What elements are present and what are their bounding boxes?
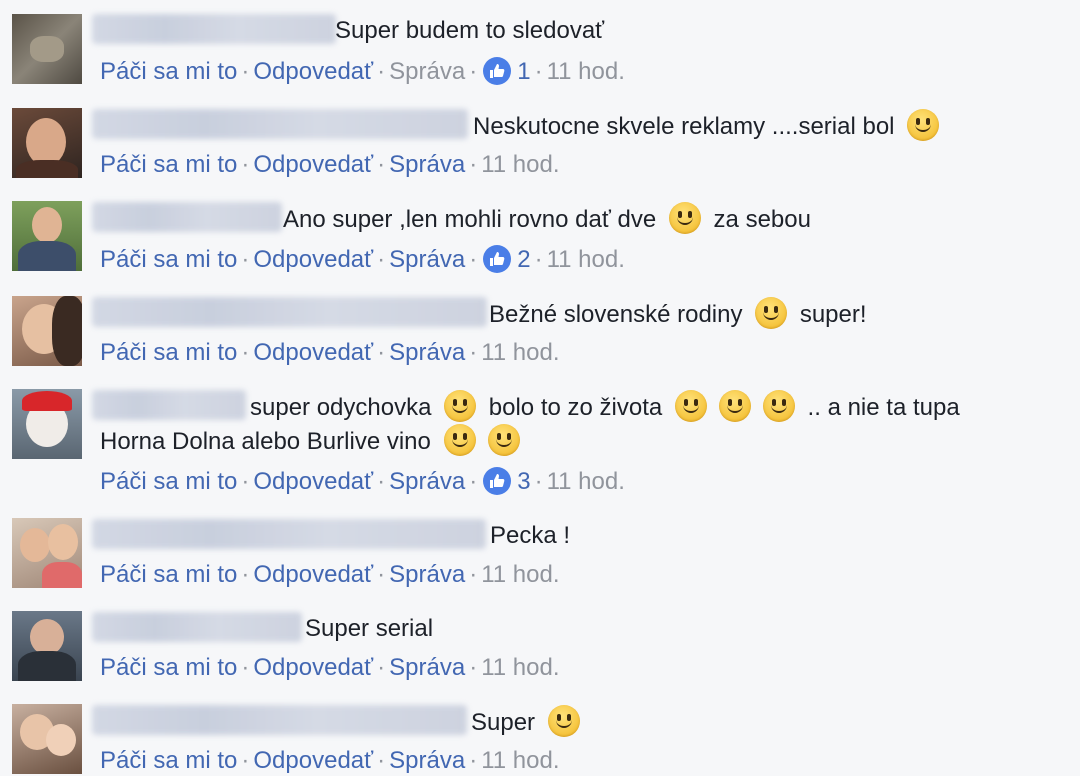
- reply-link[interactable]: Odpovedať: [253, 468, 373, 495]
- comment-actions: Páči sa mi to · Odpovedať · Správa · 2 · 11 hod.: [100, 245, 625, 273]
- like-thumb-icon: [483, 467, 512, 495]
- like-thumb-icon: [483, 245, 512, 273]
- message-link[interactable]: Správa: [389, 339, 465, 366]
- comment-text: Bežné slovenské rodiny super!: [489, 297, 867, 332]
- message-link[interactable]: Správa: [389, 654, 465, 681]
- like-thumb-icon: [483, 57, 512, 85]
- smiley-emoji-icon: [547, 705, 580, 737]
- comment-actions: Páči sa mi to · Odpovedať · Správa · 11 hod.: [100, 339, 560, 366]
- comment-text: Super serial: [305, 615, 434, 642]
- comment-actions: Páči sa mi to · Odpovedať · Správa · 11 hod.: [100, 561, 560, 588]
- like-link[interactable]: Páči sa mi to: [100, 468, 237, 495]
- comment-text: Super: [471, 705, 586, 740]
- author-name-blurred[interactable]: [92, 202, 282, 232]
- comment-text: Neskutocne skvele reklamy ....serial bol: [473, 109, 945, 144]
- comment-text-line2: Horna Dolna alebo Burlive vino: [100, 424, 526, 459]
- avatar[interactable]: [12, 389, 82, 459]
- timestamp[interactable]: 11 hod.: [481, 151, 559, 178]
- timestamp[interactable]: 11 hod.: [481, 561, 559, 588]
- timestamp[interactable]: 11 hod.: [481, 747, 559, 774]
- avatar[interactable]: [12, 201, 82, 271]
- author-name-blurred[interactable]: [92, 705, 467, 735]
- like-link[interactable]: Páči sa mi to: [100, 654, 237, 681]
- like-link[interactable]: Páči sa mi to: [100, 747, 237, 774]
- smiley-emoji-icon: [674, 390, 707, 422]
- timestamp[interactable]: 11 hod.: [547, 58, 625, 85]
- like-count[interactable]: 2: [517, 246, 530, 273]
- comment-actions: Páči sa mi to · Odpovedať · Správa · 11 hod.: [100, 654, 560, 681]
- message-link[interactable]: Správa: [389, 58, 465, 85]
- avatar[interactable]: [12, 108, 82, 178]
- like-link[interactable]: Páči sa mi to: [100, 561, 237, 588]
- smiley-emoji-icon: [443, 424, 476, 456]
- reply-link[interactable]: Odpovedať: [253, 561, 373, 588]
- avatar[interactable]: [12, 14, 82, 84]
- comment-text: Super budem to sledovať: [335, 17, 605, 44]
- message-link[interactable]: Správa: [389, 246, 465, 273]
- smiley-emoji-icon: [668, 202, 701, 234]
- author-name-blurred[interactable]: [92, 297, 487, 327]
- like-link[interactable]: Páči sa mi to: [100, 339, 237, 366]
- like-link[interactable]: Páči sa mi to: [100, 246, 237, 273]
- smiley-emoji-icon: [487, 424, 520, 456]
- like-count[interactable]: 3: [517, 468, 530, 495]
- timestamp[interactable]: 11 hod.: [481, 654, 559, 681]
- author-name-blurred[interactable]: [92, 14, 336, 44]
- timestamp[interactable]: 11 hod.: [481, 339, 559, 366]
- reply-link[interactable]: Odpovedať: [253, 339, 373, 366]
- author-name-blurred[interactable]: [92, 109, 468, 139]
- author-name-blurred[interactable]: [92, 519, 486, 549]
- comment-text: Ano super ,len mohli rovno dať dve za se…: [283, 202, 811, 237]
- message-link[interactable]: Správa: [389, 747, 465, 774]
- comment-actions: Páči sa mi to · Odpovedať · Správa · 1 · 11 hod.: [100, 57, 625, 85]
- reply-link[interactable]: Odpovedať: [253, 246, 373, 273]
- like-count[interactable]: 1: [517, 58, 530, 85]
- like-link[interactable]: Páči sa mi to: [100, 151, 237, 178]
- timestamp[interactable]: 11 hod.: [547, 246, 625, 273]
- comment-text: Pecka !: [490, 522, 571, 549]
- comment-text: super odychovka bolo to zo života .. a n…: [250, 390, 960, 425]
- reply-link[interactable]: Odpovedať: [253, 58, 373, 85]
- like-link[interactable]: Páči sa mi to: [100, 58, 237, 85]
- reply-link[interactable]: Odpovedať: [253, 654, 373, 681]
- message-link[interactable]: Správa: [389, 561, 465, 588]
- reply-link[interactable]: Odpovedať: [253, 151, 373, 178]
- avatar[interactable]: [12, 704, 82, 774]
- comment-actions: Páči sa mi to · Odpovedať · Správa · 11 hod.: [100, 747, 560, 774]
- avatar[interactable]: [12, 611, 82, 681]
- smiley-emoji-icon: [718, 390, 751, 422]
- smiley-emoji-icon: [762, 390, 795, 422]
- reply-link[interactable]: Odpovedať: [253, 747, 373, 774]
- author-name-blurred[interactable]: [92, 390, 246, 420]
- comment-actions: Páči sa mi to · Odpovedať · Správa · 11 hod.: [100, 151, 560, 178]
- avatar[interactable]: [12, 296, 82, 366]
- message-link[interactable]: Správa: [389, 151, 465, 178]
- avatar[interactable]: [12, 518, 82, 588]
- smiley-emoji-icon: [907, 109, 940, 141]
- author-name-blurred[interactable]: [92, 612, 302, 642]
- timestamp[interactable]: 11 hod.: [547, 468, 625, 495]
- comment-actions: Páči sa mi to · Odpovedať · Správa · 3 · 11 hod.: [100, 467, 625, 495]
- message-link[interactable]: Správa: [389, 468, 465, 495]
- smiley-emoji-icon: [444, 390, 477, 422]
- smiley-emoji-icon: [755, 297, 788, 329]
